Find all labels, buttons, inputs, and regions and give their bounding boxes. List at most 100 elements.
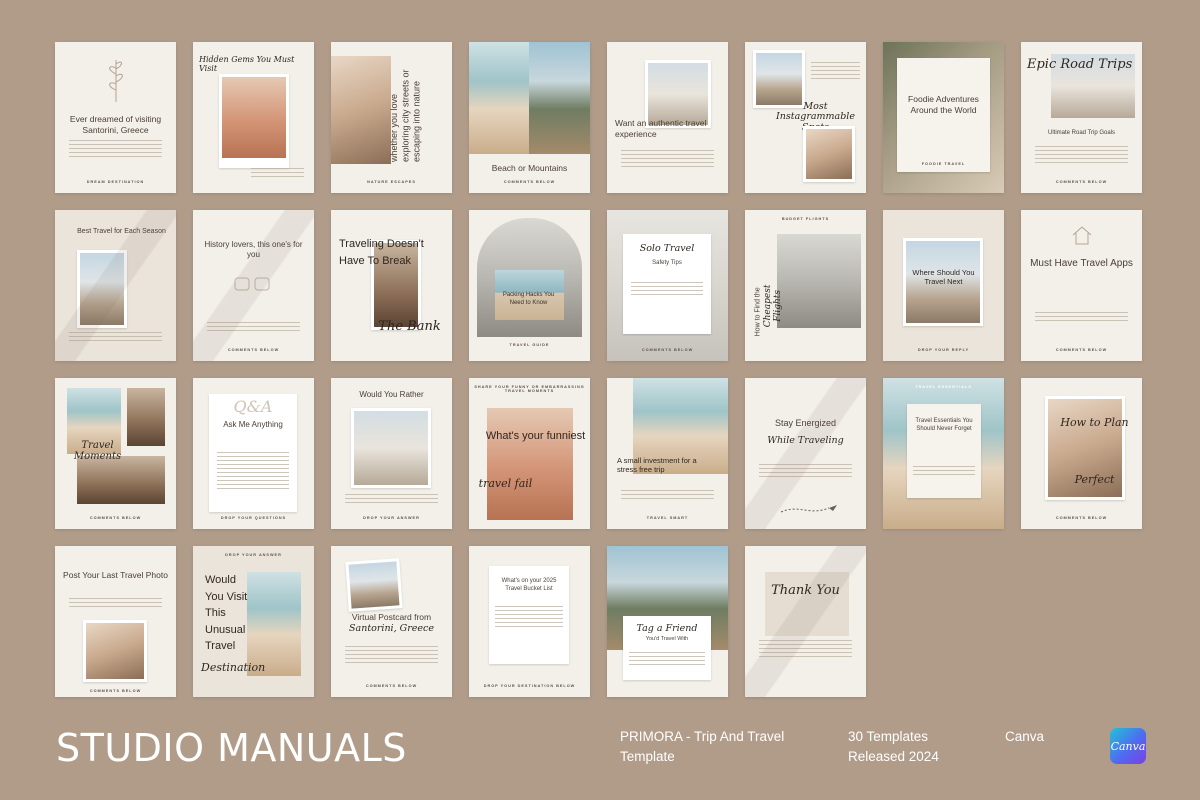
template-card[interactable]: BUDGET FLIGHTS How to Find the Cheapest … bbox=[745, 210, 866, 361]
template-card[interactable]: Epic Road Trips Ultimate Road Trip Goals… bbox=[1021, 42, 1142, 193]
template-card[interactable]: Travel Moments COMMENTS BELOW bbox=[55, 378, 176, 529]
canva-logo-icon: Canva bbox=[1110, 728, 1146, 764]
text-panel: Q&A Ask Me Anything bbox=[209, 394, 297, 512]
card-body-text bbox=[69, 332, 162, 344]
template-card[interactable]: Packing Hacks You Need to Know TRAVEL GU… bbox=[469, 210, 590, 361]
card-headline: Ultimate Road Trip Goals bbox=[1047, 130, 1116, 136]
card-headline: Travel Essentials You Should Never Forge… bbox=[915, 418, 973, 432]
photo bbox=[80, 253, 124, 325]
template-card[interactable]: What's on your 2025 Travel Bucket List D… bbox=[469, 546, 590, 697]
card-footer: SHARE YOUR FUNNY OR EMBARRASSING TRAVEL … bbox=[474, 385, 585, 393]
template-card[interactable]: Would You Rather DROP YOUR ANSWER bbox=[331, 378, 452, 529]
photo bbox=[331, 56, 391, 164]
photo-frame bbox=[83, 620, 147, 682]
card-footer: DREAM DESTINATION bbox=[86, 180, 145, 184]
template-card[interactable]: Solo Travel Safety Tips COMMENTS BELOW bbox=[607, 210, 728, 361]
photo-frame bbox=[753, 50, 805, 108]
card-headline: Virtual Postcard from bbox=[351, 612, 432, 622]
photo-frame bbox=[219, 74, 289, 168]
template-card[interactable]: A small investment for a stress free tri… bbox=[607, 378, 728, 529]
template-card[interactable]: Beach or Mountains COMMENTS BELOW bbox=[469, 42, 590, 193]
card-footer: COMMENTS BELOW bbox=[1055, 348, 1108, 352]
card-footer: COMMENTS BELOW bbox=[641, 348, 694, 352]
template-card[interactable]: How to Plan Perfect Itinerary COMMENTS B… bbox=[1021, 378, 1142, 529]
card-headline: History lovers, this one's for you bbox=[204, 240, 303, 259]
card-body-text bbox=[811, 62, 860, 82]
template-card[interactable]: Post Your Last Travel Photo COMMENTS BEL… bbox=[55, 546, 176, 697]
card-script: While Traveling bbox=[767, 435, 844, 446]
template-card[interactable]: Thank You bbox=[745, 546, 866, 697]
photo bbox=[354, 411, 428, 485]
card-script: Destination bbox=[201, 661, 266, 674]
photo bbox=[222, 77, 286, 158]
template-card[interactable]: Most Instagrammable Spots bbox=[745, 42, 866, 193]
templates-count: 30 Templates bbox=[848, 729, 929, 744]
card-footer: NATURE ESCAPES bbox=[367, 180, 416, 184]
product-title-line: Template bbox=[620, 749, 675, 764]
template-grid: Ever dreamed of visiting Santorini, Gree… bbox=[55, 42, 1142, 697]
template-card[interactable]: Must Have Travel Apps COMMENTS BELOW bbox=[1021, 210, 1142, 361]
template-card[interactable]: Q&A Ask Me Anything DROP YOUR QUESTIONS bbox=[193, 378, 314, 529]
photo bbox=[756, 53, 802, 105]
card-script: Santorini, Greece bbox=[349, 623, 434, 634]
card-footer: TRAVEL ESSENTIALS bbox=[915, 385, 972, 389]
card-headline: You'd Travel With bbox=[645, 636, 689, 642]
brand-name: STUDIO MANUALS bbox=[56, 726, 407, 770]
card-footer: TRAVEL SMART bbox=[646, 516, 689, 520]
template-card[interactable]: Want an authentic travel experience bbox=[607, 42, 728, 193]
template-card[interactable]: Best Travel for Each Season bbox=[55, 210, 176, 361]
card-script: Epic Road Trips bbox=[1027, 57, 1133, 72]
leaf-icon bbox=[109, 60, 123, 102]
card-script: Tag a Friend bbox=[636, 623, 698, 634]
card-footer: DROP YOUR ANSWER bbox=[363, 516, 420, 520]
photo bbox=[777, 234, 861, 328]
card-footer: COMMENTS BELOW bbox=[1055, 516, 1108, 520]
template-card[interactable]: Travel Essentials You Should Never Forge… bbox=[883, 378, 1004, 529]
template-card[interactable]: Traveling Doesn't Have To Break The Bank bbox=[331, 210, 452, 361]
text-panel: What's on your 2025 Travel Bucket List bbox=[489, 566, 569, 664]
card-headline: Would You Rather bbox=[359, 390, 424, 399]
template-card[interactable]: Hidden Gems You Must Visit bbox=[193, 42, 314, 193]
card-headline: Must Have Travel Apps bbox=[1030, 258, 1133, 269]
card-footer: TRAVEL GUIDE bbox=[509, 343, 550, 347]
template-card[interactable]: whether you love exploring city streets … bbox=[331, 42, 452, 193]
release-year: Released 2024 bbox=[848, 749, 939, 764]
card-headline: What's on your 2025 Travel Bucket List bbox=[501, 578, 557, 592]
card-body-text bbox=[631, 282, 703, 298]
card-headline: Safety Tips bbox=[652, 260, 682, 266]
card-footer: COMMENTS BELOW bbox=[227, 348, 280, 352]
card-body-text bbox=[495, 606, 563, 630]
card-headline: What's your funniest bbox=[485, 430, 586, 442]
house-icon bbox=[1072, 226, 1092, 245]
card-body-text bbox=[621, 490, 714, 500]
card-script: Solo Travel bbox=[639, 243, 695, 254]
template-card[interactable]: Tag a Friend You'd Travel With bbox=[607, 546, 728, 697]
template-card[interactable]: History lovers, this one's for you COMME… bbox=[193, 210, 314, 361]
text-panel: Foodie Adventures Around the World FOODI… bbox=[897, 58, 990, 172]
photo bbox=[77, 456, 165, 504]
template-card[interactable]: Foodie Adventures Around the World FOODI… bbox=[883, 42, 1004, 193]
card-headline: Beach or Mountains bbox=[491, 163, 568, 173]
text-panel: Travel Essentials You Should Never Forge… bbox=[907, 404, 981, 498]
template-card[interactable]: SHARE YOUR FUNNY OR EMBARRASSING TRAVEL … bbox=[469, 378, 590, 529]
card-headline: Foodie Adventures Around the World bbox=[908, 94, 979, 115]
photo bbox=[529, 42, 590, 154]
card-body-text bbox=[251, 168, 304, 180]
template-card[interactable]: Virtual Postcard from Santorini, Greece … bbox=[331, 546, 452, 697]
card-footer: COMMENTS BELOW bbox=[503, 180, 556, 184]
card-body-text bbox=[1035, 146, 1128, 164]
template-card[interactable]: Where Should You Travel Next DROP YOUR R… bbox=[883, 210, 1004, 361]
plane-icon bbox=[780, 505, 837, 513]
card-footer: FOODIE TRAVEL bbox=[921, 162, 966, 166]
card-headline: Stay Energized bbox=[774, 418, 837, 428]
template-card[interactable]: Ever dreamed of visiting Santorini, Gree… bbox=[55, 42, 176, 193]
card-body-text bbox=[621, 150, 714, 168]
card-script: travel fail bbox=[478, 477, 533, 490]
card-headline: Traveling Doesn't Have To Break bbox=[339, 238, 424, 268]
photo bbox=[648, 63, 708, 125]
template-card[interactable]: Stay Energized While Traveling bbox=[745, 378, 866, 529]
card-script: Q&A bbox=[233, 397, 273, 416]
card-script: How to Plan Perfect Itinerary bbox=[1060, 416, 1129, 487]
photo bbox=[86, 623, 144, 679]
template-card[interactable]: DROP YOUR ANSWER Would You Visit This Un… bbox=[193, 546, 314, 697]
